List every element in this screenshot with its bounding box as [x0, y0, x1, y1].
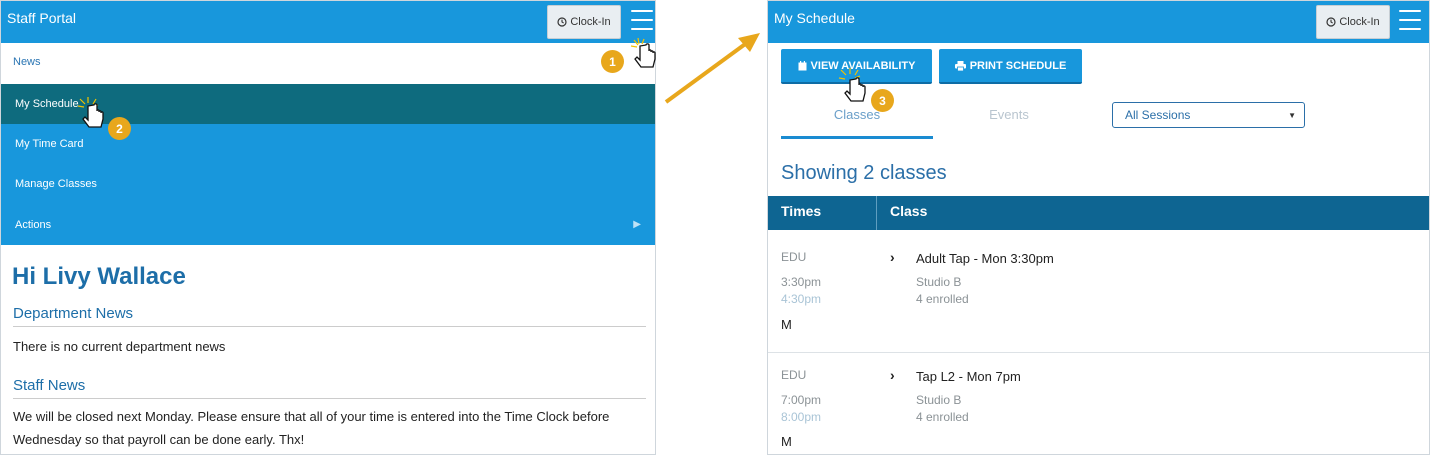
divider [13, 326, 646, 327]
chevron-right-icon: ▶ [633, 219, 641, 230]
clock-icon [557, 17, 567, 27]
step-3-badge: 3 [871, 89, 894, 112]
print-schedule-button[interactable]: PRINT SCHEDULE [939, 49, 1082, 84]
page-title: My Schedule [774, 10, 855, 26]
printer-icon [954, 60, 966, 71]
session-select-value: All Sessions [1125, 108, 1191, 122]
my-schedule-header: My Schedule Clock-In [768, 1, 1429, 43]
news-row[interactable]: News [1, 43, 655, 84]
studio-name: Studio B [916, 393, 962, 407]
app-title: Staff Portal [7, 10, 77, 26]
staff-news-heading: Staff News [13, 377, 86, 394]
enrolled-count: 4 enrolled [916, 410, 969, 424]
chevron-right-icon[interactable]: › [890, 367, 895, 383]
clock-in-label: Clock-In [570, 16, 611, 28]
start-time: 7:00pm [781, 393, 822, 407]
transition-arrow-icon [664, 33, 760, 104]
end-time: 8:00pm [781, 410, 822, 424]
menu-item-label: My Time Card [15, 138, 84, 150]
chevron-right-icon[interactable]: › [890, 249, 895, 265]
pointer-cursor-icon [838, 68, 866, 102]
divider [13, 398, 646, 399]
day-of-week: M [781, 317, 792, 332]
greeting-heading: Hi Livy Wallace [12, 263, 186, 290]
studio-name: Studio B [916, 275, 962, 289]
step-2-badge: 2 [108, 117, 131, 140]
clock-icon [1326, 17, 1336, 27]
caret-down-icon: ▼ [1288, 111, 1296, 120]
session-select[interactable]: All Sessions ▼ [1112, 102, 1305, 128]
menu-item-label: My Schedule [15, 98, 79, 110]
table-row[interactable]: EDU 3:30pm 4:30pm M › Adult Tap - Mon 3:… [768, 230, 1429, 352]
staff-portal-panel: Staff Portal Clock-In News My Schedule M… [0, 0, 656, 455]
program-code: EDU [781, 368, 807, 382]
pointer-cursor-icon [77, 97, 104, 128]
hamburger-menu-icon[interactable] [631, 10, 653, 30]
active-tab-indicator [781, 136, 933, 139]
menu-item-manage-classes[interactable]: Manage Classes [1, 164, 655, 204]
staff-portal-header: Staff Portal Clock-In [1, 1, 655, 43]
department-news-text: There is no current department news [13, 339, 226, 354]
day-of-week: M [781, 434, 792, 449]
table-row[interactable]: EDU 7:00pm 8:00pm M › Tap L2 - Mon 7pm S… [768, 353, 1429, 454]
step-1-badge: 1 [601, 50, 624, 73]
column-header-class: Class [890, 203, 928, 219]
menu-item-label: Actions [15, 219, 52, 231]
start-time: 3:30pm [781, 275, 822, 289]
department-news-heading: Department News [13, 305, 134, 322]
column-header-times: Times [781, 203, 822, 219]
hamburger-menu-icon[interactable] [1399, 10, 1421, 30]
tab-events[interactable]: Events [933, 107, 1085, 122]
print-schedule-label: PRINT SCHEDULE [969, 59, 1067, 72]
menu-item-actions[interactable]: Actions ▶ [1, 205, 655, 245]
staff-news-text: We will be closed next Monday. Please en… [13, 409, 610, 447]
class-name[interactable]: Adult Tap - Mon 3:30pm [916, 251, 1054, 266]
clock-in-button[interactable]: Clock-In [547, 5, 621, 39]
results-count: Showing 2 classes [781, 162, 947, 184]
class-name[interactable]: Tap L2 - Mon 7pm [916, 369, 1021, 384]
column-divider [876, 196, 877, 230]
program-code: EDU [781, 250, 807, 264]
news-link[interactable]: News [13, 56, 41, 68]
table-header: Times Class [768, 196, 1429, 230]
calendar-icon [798, 60, 807, 70]
menu-item-label: Manage Classes [15, 178, 97, 190]
enrolled-count: 4 enrolled [916, 292, 969, 306]
end-time: 4:30pm [781, 292, 822, 306]
clock-in-label: Clock-In [1339, 16, 1380, 28]
clock-in-button[interactable]: Clock-In [1316, 5, 1390, 39]
pointer-cursor-icon [630, 37, 656, 68]
